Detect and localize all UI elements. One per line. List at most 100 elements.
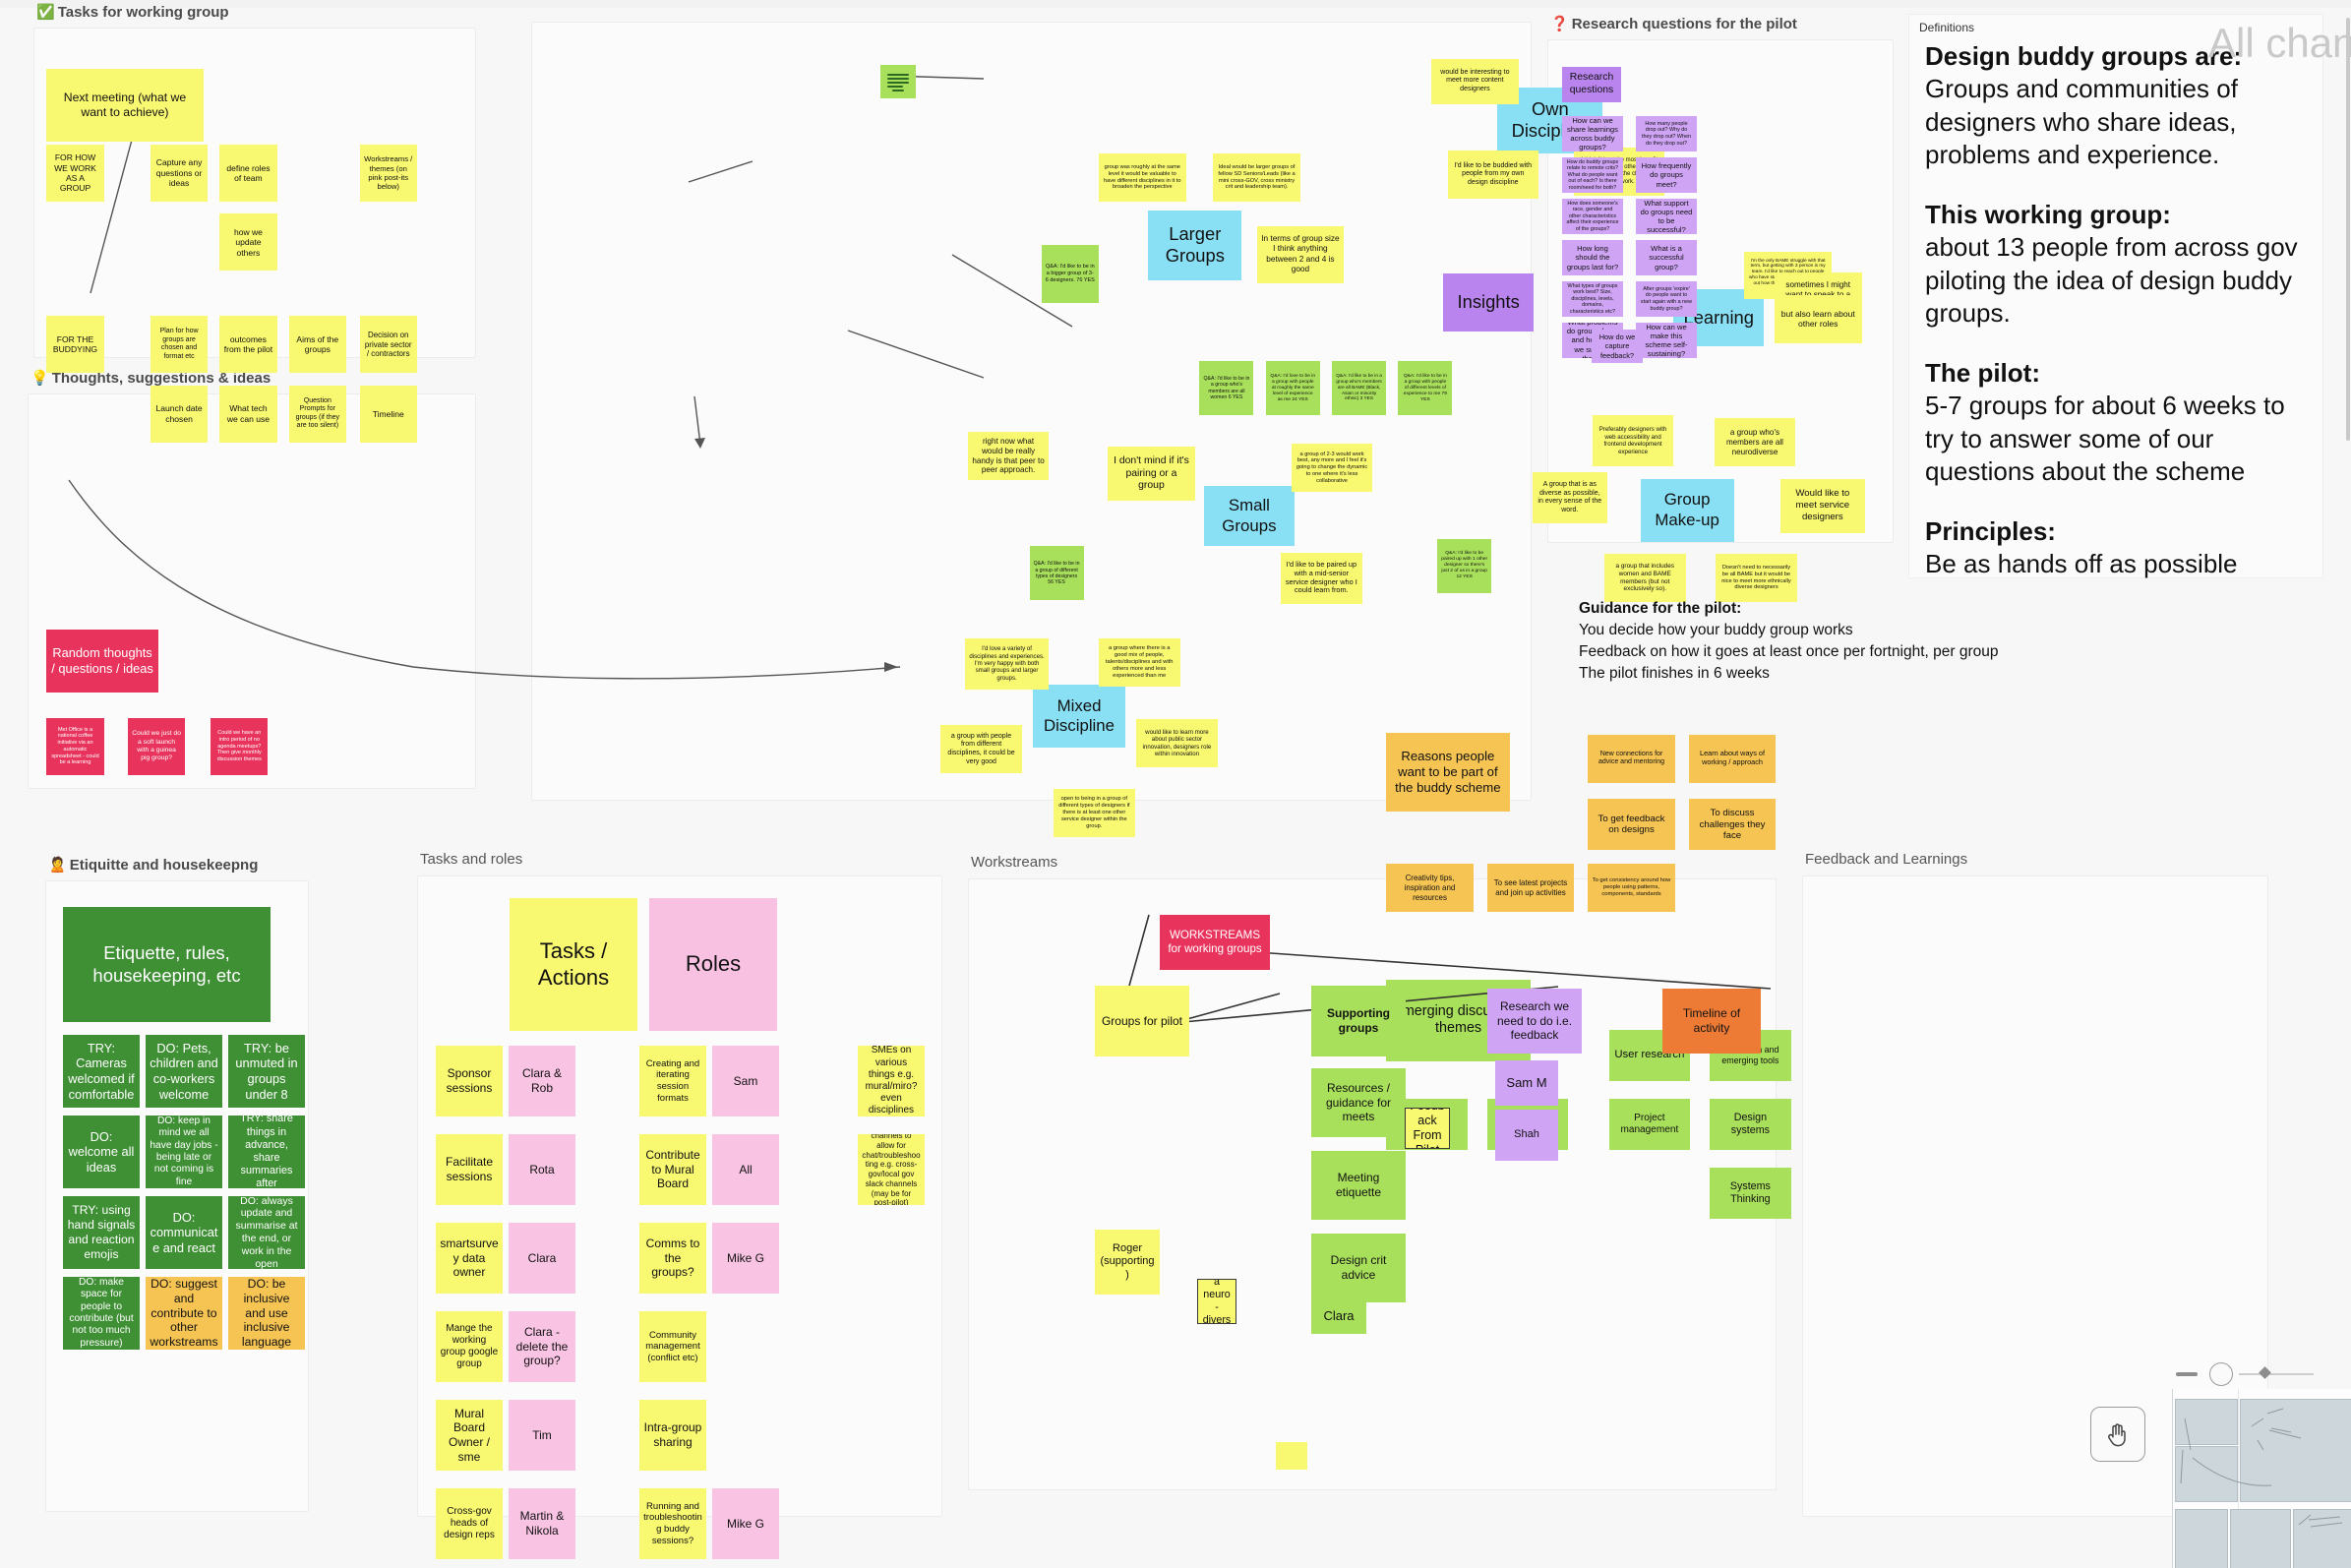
etiquette-note[interactable]: TRY: share things in advance, share summ… (228, 1116, 305, 1188)
etiquette-note[interactable]: DO: be inclusive and use inclusive langu… (228, 1277, 305, 1350)
theme-sticky-note[interactable]: Design systems (1710, 1098, 1791, 1150)
workstream-branch-note[interactable]: Supporting groups (1311, 986, 1406, 1056)
feedback-sticky-note[interactable]: Feedback From Pilot (1405, 1108, 1450, 1149)
zoom-out-icon[interactable] (2176, 1372, 2198, 1376)
task-sticky-note[interactable]: Workstreams / themes (on pink post-its b… (359, 144, 417, 202)
role-note[interactable]: Tim (509, 1400, 575, 1471)
mindmap-sticky-note[interactable]: right now what would be really handy is … (967, 432, 1050, 481)
role-note[interactable]: Clara & Rob (509, 1046, 575, 1116)
etiquette-note[interactable]: DO: keep in mind we all have day jobs - … (146, 1116, 222, 1188)
mindmap-hub-note[interactable]: Mixed Discipline (1032, 685, 1126, 749)
etiquette-note[interactable]: DO: welcome all ideas (63, 1116, 140, 1188)
thought-sticky-note[interactable]: Could we just do a soft launch with a gu… (128, 717, 186, 775)
mindmap-sticky-note[interactable]: Q&A: I'd like to be in a group of differ… (1029, 546, 1084, 601)
role-note[interactable]: Clara (509, 1223, 575, 1294)
workstream-branch-note[interactable]: Timeline of activity (1662, 989, 1761, 1054)
scrollbar-thumb[interactable] (2346, 18, 2350, 441)
etiquette-note[interactable]: TRY: be unmuted in groups under 8 (228, 1035, 305, 1108)
mindmap-sticky-note[interactable]: a group where there is a good mix of peo… (1098, 637, 1180, 687)
mindmap-sticky-note[interactable]: Ideal would be larger groups of fellow S… (1213, 153, 1300, 202)
task-note[interactable]: Sponsor sessions (436, 1046, 503, 1116)
task-note[interactable]: Facilitate sessions (436, 1134, 503, 1205)
vertical-scrollbar[interactable] (2345, 8, 2351, 1568)
mindmap-hub-note[interactable]: Small Groups (1204, 486, 1295, 547)
research-hub-note[interactable]: Research questions (1562, 67, 1621, 102)
reason-sticky-note[interactable]: To get feedback on designs (1588, 799, 1675, 851)
role-note[interactable]: Clara - delete the group? (509, 1311, 575, 1382)
role-note[interactable]: Rota (509, 1134, 575, 1205)
research-question-note[interactable]: What types of groups work best? Size, di… (1562, 281, 1623, 317)
research-question-note[interactable]: How can we make this scheme self-sustain… (1636, 323, 1697, 358)
reason-sticky-note[interactable]: New connections for advice and mentoring (1588, 734, 1675, 783)
task-sticky-note[interactable]: Launch date chosen (151, 385, 209, 443)
task-sticky-note[interactable]: outcomes from the pilot (219, 316, 277, 374)
reason-sticky-note[interactable]: To get consistency around how people usi… (1588, 864, 1675, 913)
task-sticky-note[interactable]: Aims of the groups (288, 316, 346, 374)
mindmap-hub-note[interactable]: Group Make-up (1640, 478, 1734, 542)
mindmap-sticky-note[interactable]: a group who's members are all neurodiver… (1714, 418, 1796, 467)
research-question-note[interactable]: How do buddy groups relate to remote cri… (1562, 157, 1623, 193)
mural-board-canvas[interactable]: ✅ Tasks for working group 💡 Thoughts, sugg… (0, 0, 2351, 1568)
hand-tool-button[interactable] (2090, 1407, 2145, 1462)
etiquette-note[interactable]: TRY: using hand signals and reaction emo… (63, 1196, 140, 1269)
role-note[interactable]: Mike G (712, 1488, 779, 1559)
mindmap-sticky-note[interactable]: I'd love a variety of disciplines and ex… (964, 637, 1050, 690)
task-sticky-note[interactable]: how we update others (219, 213, 277, 271)
pilot-person-note[interactable]: Roger (supporting) (1095, 1230, 1160, 1295)
workstream-branch-note[interactable]: Research we need to do i.e. feedback (1487, 989, 1582, 1054)
reason-sticky-note[interactable]: To see latest projects and join up activ… (1486, 864, 1575, 913)
mindmap-sticky-note[interactable]: Q&A: I'd like to be in a bigger group of… (1041, 245, 1099, 303)
mindmap-hub-note[interactable]: Larger Groups (1148, 211, 1242, 280)
supporting-group-note[interactable]: Resources / guidance for meets (1311, 1068, 1406, 1137)
etiquette-note[interactable]: DO: Pets, children and co-workers welcom… (146, 1035, 222, 1108)
mindmap-sticky-note[interactable]: Q&A: I'd like to be in a group with peop… (1398, 361, 1453, 416)
mindmap-sticky-note[interactable]: Preferably designers with web accessibil… (1592, 415, 1674, 467)
mindmap-sticky-note[interactable]: Q&A: I'd like to be in a group who's mem… (1332, 361, 1387, 416)
mindmap-sticky-note[interactable]: Q&A: I'd like to be in a group who's mem… (1199, 361, 1254, 416)
task-note[interactable]: Comms to the groups? (639, 1223, 706, 1294)
research-question-note[interactable]: What is a successful group? (1636, 240, 1697, 275)
task-note[interactable]: Running and troubleshooting buddy sessio… (639, 1488, 706, 1559)
task-note[interactable]: Cross-gov heads of design reps (436, 1488, 503, 1559)
workstream-branch-note[interactable]: Groups for pilot (1095, 986, 1189, 1056)
research-question-note[interactable]: How does someone's race, gender and othe… (1562, 199, 1623, 234)
research-capture-feedback-note[interactable]: How do we capture feedback? (1592, 330, 1643, 363)
role-note[interactable]: Mike G (712, 1223, 779, 1294)
feedback-sticky-note[interactable]: Could we have a neuro-diverse only group… (1197, 1279, 1236, 1324)
research-question-note[interactable]: What support do groups need to be succes… (1636, 199, 1697, 234)
theme-sticky-note[interactable]: Project management (1608, 1098, 1691, 1150)
mindmap-sticky-note[interactable]: I don't mind if it's pairing or a group (1108, 447, 1195, 502)
task-sticky-note[interactable]: Capture any questions or ideas (151, 144, 209, 202)
reason-sticky-note[interactable]: Creativity tips, inspiration and resourc… (1386, 864, 1474, 913)
research-question-note[interactable]: After groups 'expire' do people want to … (1636, 281, 1697, 317)
task-sticky-note[interactable]: What tech we can use (219, 385, 277, 443)
etiquette-hub-note[interactable]: Etiquette, rules, housekeeping, etc (63, 907, 271, 1022)
mindmap-sticky-note[interactable]: a group of 2-3 would work best, any more… (1291, 444, 1373, 493)
reason-sticky-note[interactable]: To discuss challenges they face (1688, 799, 1777, 851)
supporting-group-note[interactable]: Meeting etiquette (1311, 1151, 1406, 1220)
reasons-hub-note[interactable]: Reasons people want to be part of the bu… (1386, 733, 1510, 812)
mindmap-sticky-note[interactable]: I'd like to be paired up with a mid-seni… (1281, 552, 1362, 604)
supporting-owner-note[interactable]: Clara (1311, 1298, 1366, 1334)
task-sticky-note[interactable]: FOR THE BUDDYING (46, 316, 104, 374)
role-note[interactable]: Sam (712, 1046, 779, 1116)
task-note[interactable]: Intra-group sharing (639, 1400, 706, 1471)
thought-sticky-note[interactable]: Could we have an intro period of no agen… (211, 717, 269, 775)
etiquette-note[interactable]: DO: communicate and react (146, 1196, 222, 1269)
mindmap-sticky-note[interactable]: but also learn about other roles (1774, 294, 1862, 343)
document-sticky-icon[interactable] (880, 65, 916, 98)
etiquette-note[interactable]: DO: always update and summarise at the e… (228, 1196, 305, 1269)
mindmap-sticky-note[interactable]: a group with people from different disci… (940, 725, 1022, 774)
research-question-note[interactable]: How long should the groups last for? (1562, 240, 1623, 275)
minimap[interactable] (2172, 1389, 2351, 1568)
mindmap-sticky-note[interactable]: open to being in a group of different ty… (1054, 788, 1135, 837)
research-question-note[interactable]: How many people drop out? Why do they dr… (1636, 116, 1697, 151)
task-note[interactable]: Contribute to Mural Board (639, 1134, 706, 1205)
zoom-default-marker[interactable] (2259, 1366, 2271, 1379)
mindmap-sticky-note[interactable]: I'd like to be buddied with people from … (1447, 151, 1538, 199)
zoom-slider[interactable] (2176, 1362, 2314, 1386)
thought-sticky-note[interactable]: Random thoughts / questions / ideas (46, 629, 158, 693)
mindmap-sticky-note[interactable]: Q&A: I'd like to be paired up with 1 oth… (1437, 538, 1492, 593)
tasks-roles-extra-note[interactable]: channels to allow for chat/troubleshooti… (858, 1134, 925, 1205)
task-note[interactable]: Mange the working group google group (436, 1311, 503, 1382)
